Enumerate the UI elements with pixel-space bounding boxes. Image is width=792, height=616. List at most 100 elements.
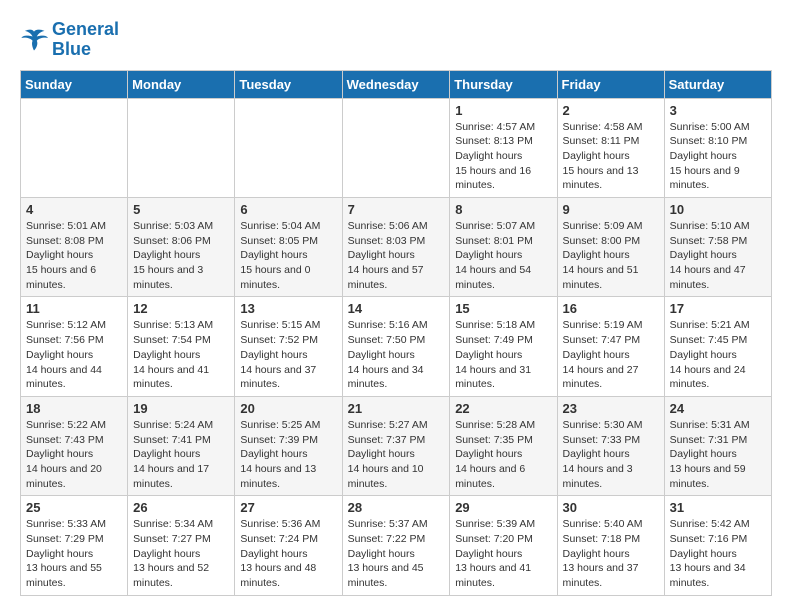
day-info: Sunrise: 5:04 AM Sunset: 8:05 PM Dayligh… (240, 219, 336, 292)
day-cell (128, 98, 235, 197)
day-cell: 19 Sunrise: 5:24 AM Sunset: 7:41 PM Dayl… (128, 396, 235, 495)
day-number: 31 (670, 500, 766, 515)
day-cell: 3 Sunrise: 5:00 AM Sunset: 8:10 PM Dayli… (664, 98, 771, 197)
logo-icon (20, 28, 48, 52)
day-cell: 15 Sunrise: 5:18 AM Sunset: 7:49 PM Dayl… (450, 297, 557, 396)
week-row-2: 4 Sunrise: 5:01 AM Sunset: 8:08 PM Dayli… (21, 198, 772, 297)
day-info: Sunrise: 5:42 AM Sunset: 7:16 PM Dayligh… (670, 517, 766, 590)
day-number: 25 (26, 500, 122, 515)
day-cell: 28 Sunrise: 5:37 AM Sunset: 7:22 PM Dayl… (342, 496, 450, 595)
header-tuesday: Tuesday (235, 70, 342, 98)
day-cell: 22 Sunrise: 5:28 AM Sunset: 7:35 PM Dayl… (450, 396, 557, 495)
day-cell: 23 Sunrise: 5:30 AM Sunset: 7:33 PM Dayl… (557, 396, 664, 495)
day-number: 5 (133, 202, 229, 217)
header-wednesday: Wednesday (342, 70, 450, 98)
day-number: 2 (563, 103, 659, 118)
logo-text: General Blue (52, 20, 119, 60)
day-info: Sunrise: 5:40 AM Sunset: 7:18 PM Dayligh… (563, 517, 659, 590)
header-thursday: Thursday (450, 70, 557, 98)
header: General Blue (20, 20, 772, 60)
day-number: 15 (455, 301, 551, 316)
day-info: Sunrise: 5:19 AM Sunset: 7:47 PM Dayligh… (563, 318, 659, 391)
day-number: 18 (26, 401, 122, 416)
header-friday: Friday (557, 70, 664, 98)
day-cell: 12 Sunrise: 5:13 AM Sunset: 7:54 PM Dayl… (128, 297, 235, 396)
day-info: Sunrise: 5:27 AM Sunset: 7:37 PM Dayligh… (348, 418, 445, 491)
header-monday: Monday (128, 70, 235, 98)
day-cell: 16 Sunrise: 5:19 AM Sunset: 7:47 PM Dayl… (557, 297, 664, 396)
day-number: 24 (670, 401, 766, 416)
day-number: 8 (455, 202, 551, 217)
day-cell: 4 Sunrise: 5:01 AM Sunset: 8:08 PM Dayli… (21, 198, 128, 297)
day-info: Sunrise: 5:07 AM Sunset: 8:01 PM Dayligh… (455, 219, 551, 292)
day-cell: 18 Sunrise: 5:22 AM Sunset: 7:43 PM Dayl… (21, 396, 128, 495)
day-number: 1 (455, 103, 551, 118)
day-number: 28 (348, 500, 445, 515)
day-cell (342, 98, 450, 197)
calendar-table: Sunday Monday Tuesday Wednesday Thursday… (20, 70, 772, 596)
day-info: Sunrise: 5:36 AM Sunset: 7:24 PM Dayligh… (240, 517, 336, 590)
header-saturday: Saturday (664, 70, 771, 98)
day-cell (21, 98, 128, 197)
day-cell: 26 Sunrise: 5:34 AM Sunset: 7:27 PM Dayl… (128, 496, 235, 595)
day-info: Sunrise: 5:31 AM Sunset: 7:31 PM Dayligh… (670, 418, 766, 491)
day-cell: 31 Sunrise: 5:42 AM Sunset: 7:16 PM Dayl… (664, 496, 771, 595)
day-cell: 25 Sunrise: 5:33 AM Sunset: 7:29 PM Dayl… (21, 496, 128, 595)
day-number: 22 (455, 401, 551, 416)
day-cell: 1 Sunrise: 4:57 AM Sunset: 8:13 PM Dayli… (450, 98, 557, 197)
day-info: Sunrise: 5:03 AM Sunset: 8:06 PM Dayligh… (133, 219, 229, 292)
day-cell: 8 Sunrise: 5:07 AM Sunset: 8:01 PM Dayli… (450, 198, 557, 297)
day-number: 3 (670, 103, 766, 118)
day-info: Sunrise: 5:37 AM Sunset: 7:22 PM Dayligh… (348, 517, 445, 590)
day-info: Sunrise: 5:10 AM Sunset: 7:58 PM Dayligh… (670, 219, 766, 292)
day-info: Sunrise: 5:25 AM Sunset: 7:39 PM Dayligh… (240, 418, 336, 491)
day-info: Sunrise: 4:58 AM Sunset: 8:11 PM Dayligh… (563, 120, 659, 193)
day-info: Sunrise: 5:33 AM Sunset: 7:29 PM Dayligh… (26, 517, 122, 590)
day-number: 30 (563, 500, 659, 515)
day-number: 9 (563, 202, 659, 217)
day-number: 10 (670, 202, 766, 217)
day-info: Sunrise: 5:18 AM Sunset: 7:49 PM Dayligh… (455, 318, 551, 391)
day-info: Sunrise: 5:24 AM Sunset: 7:41 PM Dayligh… (133, 418, 229, 491)
day-info: Sunrise: 5:06 AM Sunset: 8:03 PM Dayligh… (348, 219, 445, 292)
day-number: 26 (133, 500, 229, 515)
day-number: 4 (26, 202, 122, 217)
header-sunday: Sunday (21, 70, 128, 98)
day-info: Sunrise: 5:22 AM Sunset: 7:43 PM Dayligh… (26, 418, 122, 491)
day-info: Sunrise: 5:15 AM Sunset: 7:52 PM Dayligh… (240, 318, 336, 391)
day-number: 29 (455, 500, 551, 515)
day-cell: 9 Sunrise: 5:09 AM Sunset: 8:00 PM Dayli… (557, 198, 664, 297)
week-row-1: 1 Sunrise: 4:57 AM Sunset: 8:13 PM Dayli… (21, 98, 772, 197)
logo: General Blue (20, 20, 119, 60)
day-info: Sunrise: 5:34 AM Sunset: 7:27 PM Dayligh… (133, 517, 229, 590)
day-cell: 11 Sunrise: 5:12 AM Sunset: 7:56 PM Dayl… (21, 297, 128, 396)
day-cell: 27 Sunrise: 5:36 AM Sunset: 7:24 PM Dayl… (235, 496, 342, 595)
day-cell: 21 Sunrise: 5:27 AM Sunset: 7:37 PM Dayl… (342, 396, 450, 495)
day-cell: 5 Sunrise: 5:03 AM Sunset: 8:06 PM Dayli… (128, 198, 235, 297)
day-info: Sunrise: 5:39 AM Sunset: 7:20 PM Dayligh… (455, 517, 551, 590)
day-info: Sunrise: 5:21 AM Sunset: 7:45 PM Dayligh… (670, 318, 766, 391)
day-cell: 24 Sunrise: 5:31 AM Sunset: 7:31 PM Dayl… (664, 396, 771, 495)
day-cell: 13 Sunrise: 5:15 AM Sunset: 7:52 PM Dayl… (235, 297, 342, 396)
day-cell: 6 Sunrise: 5:04 AM Sunset: 8:05 PM Dayli… (235, 198, 342, 297)
week-row-4: 18 Sunrise: 5:22 AM Sunset: 7:43 PM Dayl… (21, 396, 772, 495)
day-cell: 29 Sunrise: 5:39 AM Sunset: 7:20 PM Dayl… (450, 496, 557, 595)
day-info: Sunrise: 5:00 AM Sunset: 8:10 PM Dayligh… (670, 120, 766, 193)
day-cell: 17 Sunrise: 5:21 AM Sunset: 7:45 PM Dayl… (664, 297, 771, 396)
day-number: 27 (240, 500, 336, 515)
day-cell (235, 98, 342, 197)
day-number: 19 (133, 401, 229, 416)
day-info: Sunrise: 5:01 AM Sunset: 8:08 PM Dayligh… (26, 219, 122, 292)
weekday-header-row: Sunday Monday Tuesday Wednesday Thursday… (21, 70, 772, 98)
day-info: Sunrise: 5:12 AM Sunset: 7:56 PM Dayligh… (26, 318, 122, 391)
day-number: 13 (240, 301, 336, 316)
day-number: 7 (348, 202, 445, 217)
day-info: Sunrise: 5:13 AM Sunset: 7:54 PM Dayligh… (133, 318, 229, 391)
day-number: 14 (348, 301, 445, 316)
day-info: Sunrise: 4:57 AM Sunset: 8:13 PM Dayligh… (455, 120, 551, 193)
day-info: Sunrise: 5:28 AM Sunset: 7:35 PM Dayligh… (455, 418, 551, 491)
day-cell: 20 Sunrise: 5:25 AM Sunset: 7:39 PM Dayl… (235, 396, 342, 495)
day-cell: 14 Sunrise: 5:16 AM Sunset: 7:50 PM Dayl… (342, 297, 450, 396)
day-number: 12 (133, 301, 229, 316)
day-info: Sunrise: 5:09 AM Sunset: 8:00 PM Dayligh… (563, 219, 659, 292)
